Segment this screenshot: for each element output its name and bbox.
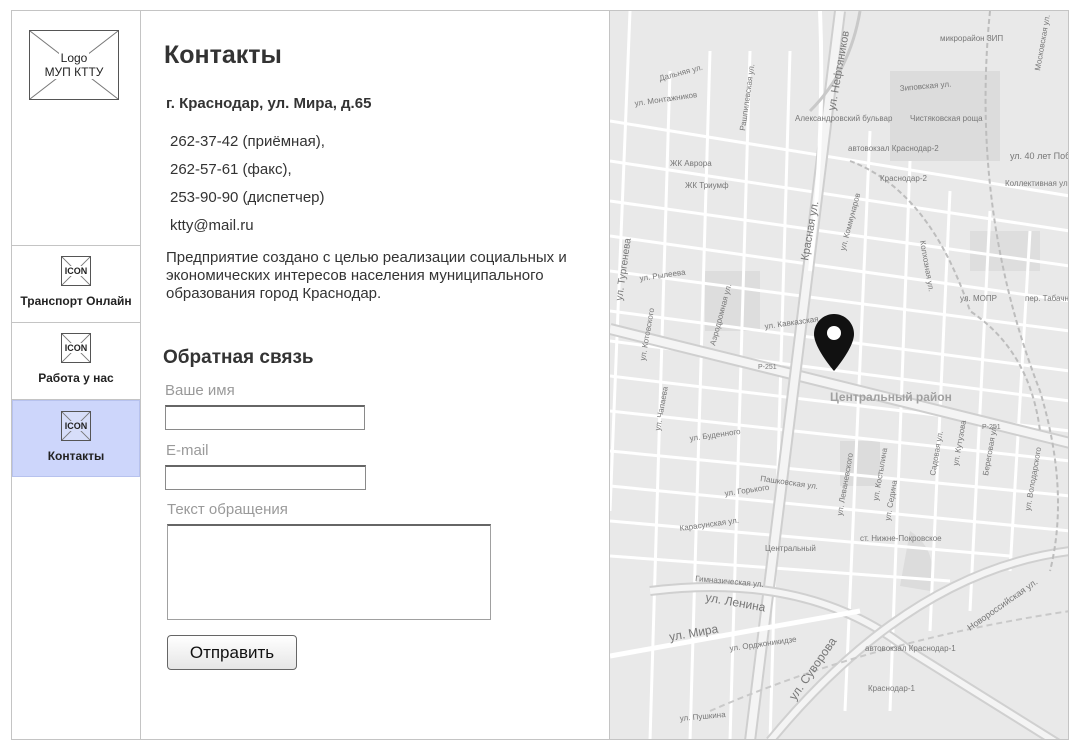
app-frame: Logo МУП КТТУ ICON Транспорт Онлайн ICON…: [11, 10, 1069, 740]
icon-label: ICON: [63, 343, 89, 353]
contact-phone-dispatcher[interactable]: 253-90-90 (диспетчер): [170, 188, 325, 216]
main-content: Контакты г. Краснодар, ул. Мира, д.65 26…: [142, 11, 610, 739]
submit-button[interactable]: Отправить: [167, 635, 297, 670]
map-label-chistyakovskaya: Чистяковская роща: [910, 114, 983, 123]
icon-label: ICON: [63, 421, 89, 431]
map-label-40-let: ул. 40 лет Победы: [1010, 151, 1069, 161]
map-label-kollektivnaya: Коллективная ул.: [1005, 179, 1069, 188]
map-label-avtovokzal-1: автовокзал Краснодар-2: [848, 144, 939, 153]
logo[interactable]: Logo МУП КТТУ: [29, 30, 119, 100]
sidebar-item-label: Контакты: [47, 449, 105, 463]
placeholder-icon: ICON: [61, 333, 91, 363]
map[interactable]: Центральный район ул. Ленина ул. Мира ул…: [609, 11, 1069, 740]
sidebar-item-transport-online[interactable]: ICON Транспорт Онлайн: [12, 246, 140, 323]
contact-list: 262-37-42 (приёмная), 262-57-61 (факс), …: [170, 132, 325, 244]
map-label-zhk-triumf: ЖК Триумф: [685, 181, 729, 190]
map-label-district: Центральный район: [830, 390, 952, 404]
map-label-tabachnaya: пер. Табачный: [1025, 294, 1069, 303]
logo-text: Logo МУП КТТУ: [30, 31, 118, 99]
map-label-zhk-avrora: ЖК Аврора: [670, 159, 712, 168]
map-label-mkr-zip: микрорайон ЗИП: [940, 34, 1003, 43]
map-label-nizhne-pokrovskoe: ст. Нижне-Покровское: [860, 534, 942, 543]
logo-line-1: Logo: [58, 51, 90, 65]
map-label-mopr: ул. МОПР: [960, 294, 997, 303]
contact-phone-fax: 262-57-61 (факс),: [170, 161, 292, 178]
page-title: Контакты: [164, 41, 282, 69]
contact-email[interactable]: ktty@mail.ru: [170, 216, 325, 244]
sidebar-nav: ICON Транспорт Онлайн ICON Работа у нас …: [12, 245, 140, 477]
map-label-avtovokzal-2: автовокзал Краснодар-1: [865, 644, 956, 653]
name-input[interactable]: [165, 405, 365, 430]
message-textarea[interactable]: [167, 524, 491, 620]
email-label: E-mail: [166, 442, 209, 459]
map-label-krasnodar-2: Краснодар-2: [880, 174, 927, 183]
contact-phone-reception: 262-37-42 (приёмная),: [170, 133, 325, 150]
sidebar-item-label: Транспорт Онлайн: [20, 294, 132, 308]
map-label-p251-b: Р-251: [982, 424, 1001, 431]
sidebar-item-label: Работа у нас: [38, 371, 114, 385]
message-label: Текст обращения: [167, 501, 288, 518]
sidebar: Logo МУП КТТУ ICON Транспорт Онлайн ICON…: [12, 11, 141, 739]
icon-label: ICON: [63, 266, 89, 276]
placeholder-icon: ICON: [61, 411, 91, 441]
map-canvas[interactable]: Центральный район ул. Ленина ул. Мира ул…: [610, 11, 1069, 740]
map-label-tsentralny: Центральный: [765, 544, 816, 553]
sidebar-item-jobs[interactable]: ICON Работа у нас: [12, 323, 140, 400]
feedback-title: Обратная связь: [163, 347, 314, 368]
map-label-krasnodar-1: Краснодар-1: [868, 684, 915, 693]
map-label-aleks-bulvar: Александровский бульвар: [795, 114, 893, 123]
email-input[interactable]: [165, 465, 366, 490]
map-label-p251-a: Р-251: [758, 364, 777, 371]
name-label: Ваше имя: [165, 382, 235, 399]
address: г. Краснодар, ул. Мира, д.65: [166, 95, 372, 112]
placeholder-icon: ICON: [61, 256, 91, 286]
company-description: Предприятие создано с целью реализации с…: [166, 249, 567, 302]
sidebar-item-contacts[interactable]: ICON Контакты: [12, 400, 140, 477]
logo-line-2: МУП КТТУ: [42, 65, 106, 79]
